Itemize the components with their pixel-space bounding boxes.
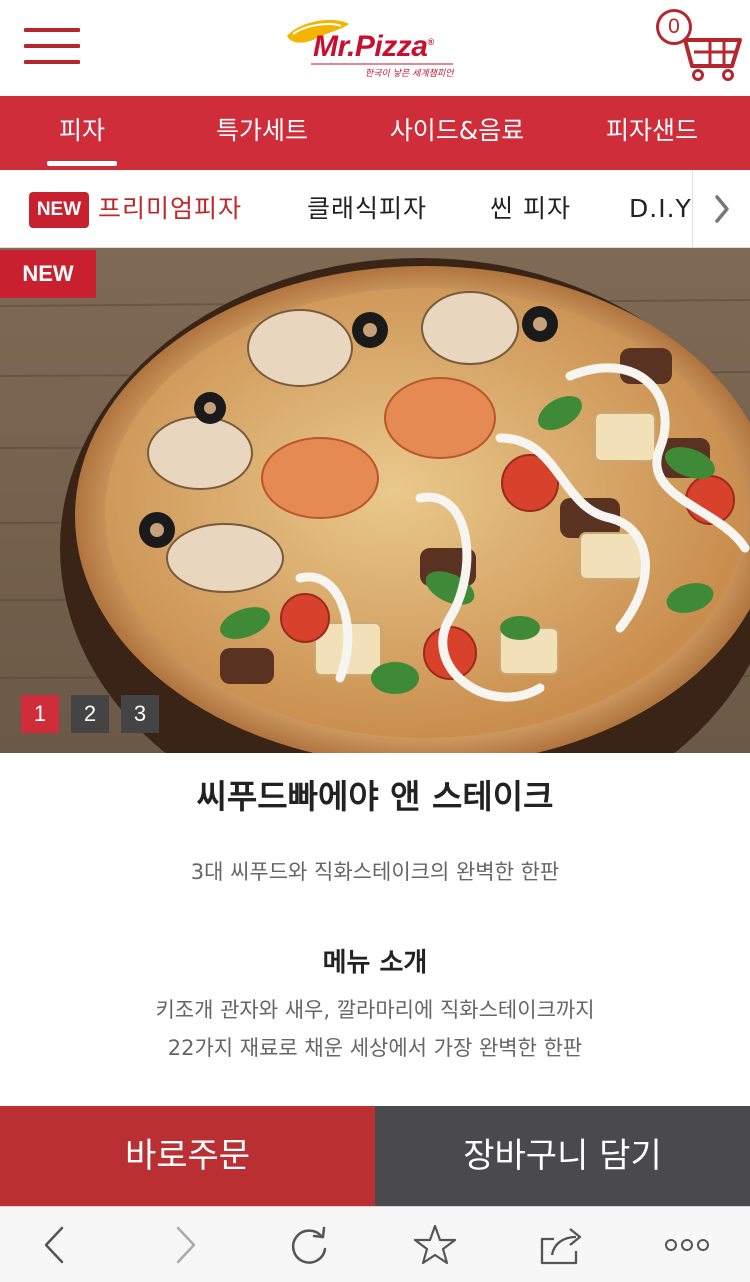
carousel-page-1[interactable]: 1: [21, 695, 59, 733]
logo-wordmark: Mr.Pizza®: [313, 30, 434, 63]
sub-category-nav: NEW 프리미엄피자 클래식피자 씬 피자 D.I.Y: [0, 170, 750, 248]
sub-nav-next-button[interactable]: [692, 170, 750, 247]
sub-item-classic-pizza[interactable]: 클래식피자: [307, 170, 427, 247]
refresh-button[interactable]: [274, 1207, 344, 1282]
carousel-page-3[interactable]: 3: [121, 695, 159, 733]
tab-side-drinks[interactable]: 사이드&음료: [380, 96, 534, 170]
browser-toolbar: [0, 1206, 750, 1282]
share-button[interactable]: [526, 1207, 596, 1282]
chevron-right-icon: [715, 195, 729, 223]
menu-intro-title: 메뉴 소개: [322, 948, 428, 978]
main-category-nav: 피자 특가세트 사이드&음료 피자샌드: [0, 96, 750, 170]
active-tab-indicator: [47, 161, 117, 166]
tab-pizza-sand[interactable]: 피자샌드: [590, 96, 714, 170]
sub-item-premium-pizza[interactable]: 프리미엄피자: [98, 170, 242, 247]
cart-count-badge: 0: [656, 9, 692, 45]
more-button[interactable]: [652, 1207, 722, 1282]
sub-item-diy[interactable]: D.I.Y: [629, 170, 692, 247]
add-to-cart-button[interactable]: 장바구니 담기: [375, 1106, 750, 1206]
mr-pizza-logo[interactable]: Mr.Pizza® 한국이 낳은 세계챔피언: [283, 14, 473, 80]
product-image-carousel[interactable]: NEW 1 2 3: [0, 248, 750, 753]
back-button[interactable]: [20, 1207, 90, 1282]
refresh-icon: [291, 1226, 327, 1264]
forward-button[interactable]: [150, 1207, 220, 1282]
new-badge: NEW: [0, 250, 96, 298]
app-header: Mr.Pizza® 한국이 낳은 세계챔피언 0: [0, 0, 750, 96]
new-badge: NEW: [29, 192, 89, 228]
more-dots-icon: [665, 1239, 709, 1251]
order-now-button[interactable]: 바로주문: [0, 1106, 375, 1206]
hamburger-menu-icon[interactable]: [24, 26, 80, 66]
menu-intro-line-2: 22가지 재료로 채운 세상에서 가장 완벽한 한판: [167, 1036, 583, 1060]
share-icon: [540, 1228, 582, 1265]
forward-arrow-icon: [176, 1226, 196, 1264]
shopping-cart-button[interactable]: 0: [654, 6, 744, 82]
bookmark-button[interactable]: [400, 1207, 470, 1282]
pizza-photo: [0, 248, 750, 753]
logo-tagline: 한국이 낳은 세계챔피언: [365, 69, 454, 79]
bookmark-star-icon: [413, 1224, 457, 1265]
menu-intro-line-1: 키조개 관자와 새우, 깔라마리에 직화스테이크까지: [155, 998, 595, 1022]
product-name: 씨푸드빠에야 앤 스테이크: [196, 777, 554, 816]
product-subtitle: 3대 씨푸드와 직화스테이크의 완벽한 한판: [190, 860, 560, 884]
tab-pizza[interactable]: 피자: [28, 96, 136, 170]
carousel-page-2[interactable]: 2: [71, 695, 109, 733]
tab-special-set[interactable]: 특가세트: [196, 96, 328, 170]
sub-item-thin-pizza[interactable]: 씬 피자: [490, 170, 571, 247]
back-arrow-icon: [44, 1226, 64, 1264]
